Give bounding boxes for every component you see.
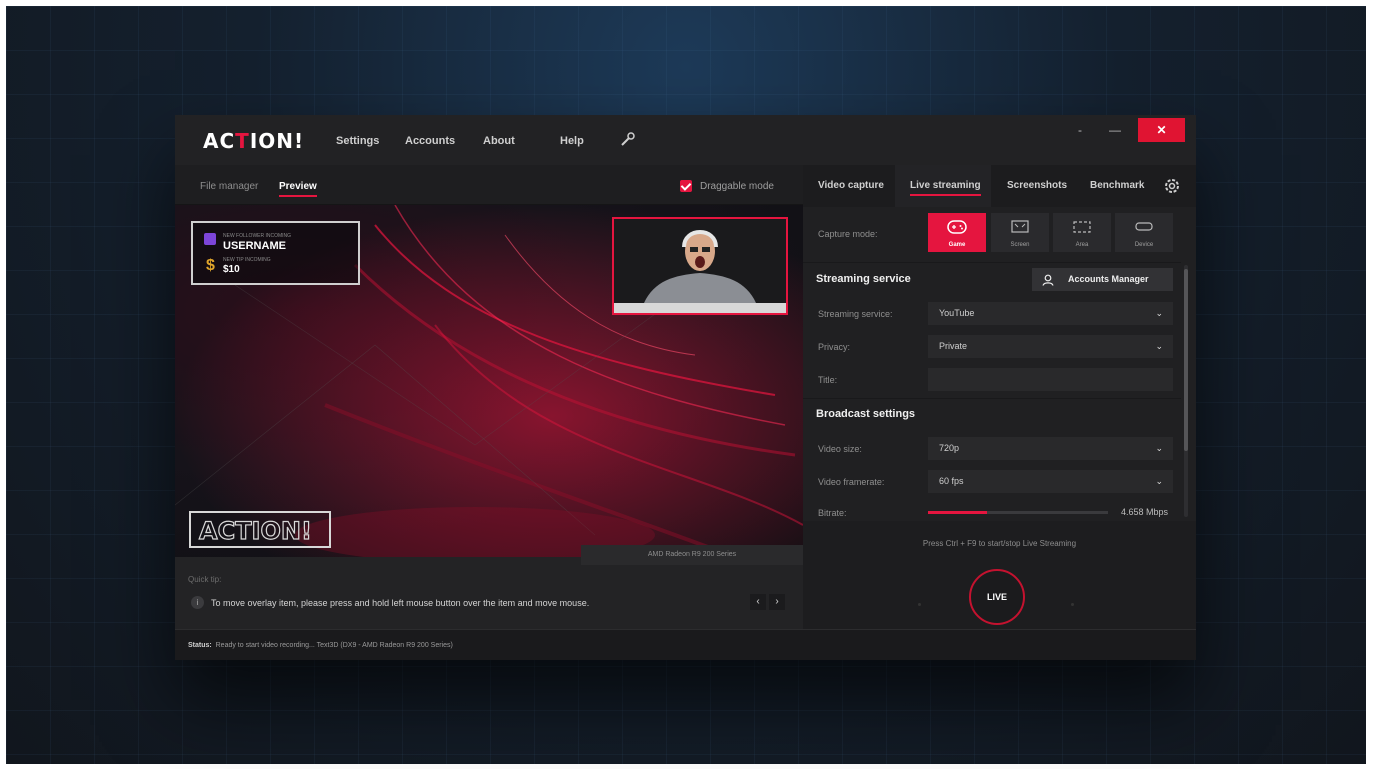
mode-game-button[interactable]: Game [928, 213, 986, 252]
mode-device-button[interactable]: Device [1115, 213, 1173, 252]
video-size-select[interactable]: 720p ⌄ [928, 437, 1173, 460]
accounts-manager-button[interactable]: Accounts Manager [1032, 268, 1173, 291]
status-bar: Status: Ready to start video recording..… [175, 629, 1196, 660]
menu-accounts[interactable]: Accounts [405, 135, 455, 147]
tip-amount: $10 [223, 264, 240, 275]
gear-icon[interactable] [1163, 177, 1181, 195]
quick-tip-panel: AMD Radeon R9 200 Series Quick tip: i To… [175, 545, 803, 629]
streaming-service-label: Streaming service: [818, 309, 893, 319]
maximize-button[interactable]: — [1105, 118, 1125, 142]
user-icon [1042, 274, 1054, 286]
title-label: Title: [818, 375, 838, 385]
tip-next-button[interactable]: › [769, 594, 785, 610]
carousel-dot [918, 603, 921, 606]
alert-overlay[interactable]: NEW FOLLOWER INCOMING USERNAME $ NEW TIP… [191, 221, 360, 285]
status-text: Status: Ready to start video recording..… [188, 642, 453, 649]
quick-tip-text: To move overlay item, please press and h… [211, 598, 590, 608]
twitch-icon [204, 233, 216, 245]
right-tabbar: Video capture Live streaming Screenshots… [803, 165, 1196, 207]
menu-about[interactable]: About [483, 135, 515, 147]
streaming-service-title: Streaming service [816, 273, 911, 285]
streaming-service-select[interactable]: YouTube ⌄ [928, 302, 1173, 325]
tab-live-streaming[interactable]: Live streaming [895, 165, 991, 207]
chevron-down-icon: ⌄ [1155, 443, 1163, 453]
webcam-overlay[interactable] [612, 217, 788, 315]
left-tabbar: File manager Preview Draggable mode [175, 165, 803, 205]
area-icon [1073, 221, 1091, 233]
tab-benchmark[interactable]: Benchmark [1079, 165, 1159, 207]
chevron-down-icon: ⌄ [1155, 476, 1163, 486]
menu-help[interactable]: Help [560, 135, 584, 147]
tip-caption: NEW TIP INCOMING [223, 257, 271, 263]
tab-preview[interactable]: Preview [279, 181, 317, 197]
follower-name: USERNAME [223, 240, 286, 252]
draggable-mode-checkbox[interactable] [680, 180, 692, 192]
chevron-down-icon: ⌄ [1155, 308, 1163, 318]
title-bar: ACTION! Settings Accounts About Help - —… [175, 115, 1196, 165]
title-input[interactable] [928, 368, 1173, 391]
mode-area-button[interactable]: Area [1053, 213, 1111, 252]
close-button[interactable]: ✕ [1138, 118, 1185, 142]
app-window: ACTION! Settings Accounts About Help - —… [175, 115, 1196, 660]
bitrate-slider-fill [928, 511, 988, 514]
app-logo: ACTION! [203, 129, 305, 153]
dollar-icon: $ [206, 257, 215, 274]
device-icon [1135, 222, 1153, 231]
privacy-label: Privacy: [818, 342, 851, 352]
draggable-mode-label: Draggable mode [700, 181, 774, 192]
chevron-down-icon: ⌄ [1155, 341, 1163, 351]
live-button[interactable]: LIVE [969, 569, 1025, 625]
webcam-feed [614, 219, 786, 313]
menu-settings[interactable]: Settings [336, 135, 379, 147]
carousel-dot [1071, 603, 1074, 606]
svg-text:ACTION!: ACTION! [199, 517, 312, 545]
video-size-label: Video size: [818, 444, 862, 454]
watermark-logo: ACTION! [198, 516, 312, 545]
right-panel: Video capture Live streaming Screenshots… [803, 165, 1196, 629]
minimize-button[interactable]: - [1070, 118, 1090, 142]
bitrate-label: Bitrate: [818, 508, 847, 518]
follower-caption: NEW FOLLOWER INCOMING [223, 233, 292, 239]
tab-file-manager[interactable]: File manager [200, 181, 258, 192]
gpu-label: AMD Radeon R9 200 Series [581, 545, 803, 565]
tab-screenshots[interactable]: Screenshots [993, 165, 1077, 207]
quick-tip-title: Quick tip: [188, 575, 222, 584]
gamepad-icon [947, 220, 967, 234]
watermark-overlay[interactable]: ACTION! [189, 511, 331, 548]
video-framerate-select[interactable]: 60 fps ⌄ [928, 470, 1173, 493]
live-control-area: Press Ctrl + F9 to start/stop Live Strea… [803, 521, 1196, 629]
privacy-select[interactable]: Private ⌄ [928, 335, 1173, 358]
broadcast-settings-title: Broadcast settings [816, 408, 916, 420]
tip-prev-button[interactable]: ‹ [750, 594, 766, 610]
scrollbar-thumb[interactable] [1184, 269, 1188, 451]
tab-video-capture[interactable]: Video capture [803, 165, 893, 207]
mode-screen-button[interactable]: Screen [991, 213, 1049, 252]
capture-mode-label: Capture mode: [818, 229, 878, 239]
divider [803, 262, 1181, 263]
info-icon: i [191, 596, 204, 609]
divider [803, 398, 1181, 399]
bitrate-value: 4.658 Mbps [1121, 507, 1169, 517]
screen-icon [1011, 220, 1029, 233]
wrench-icon[interactable] [620, 131, 636, 147]
stream-preview: NEW FOLLOWER INCOMING USERNAME $ NEW TIP… [175, 205, 803, 557]
bitrate-slider[interactable] [928, 511, 1108, 514]
hotkey-hint: Press Ctrl + F9 to start/stop Live Strea… [922, 539, 1077, 548]
video-framerate-label: Video framerate: [818, 477, 885, 487]
